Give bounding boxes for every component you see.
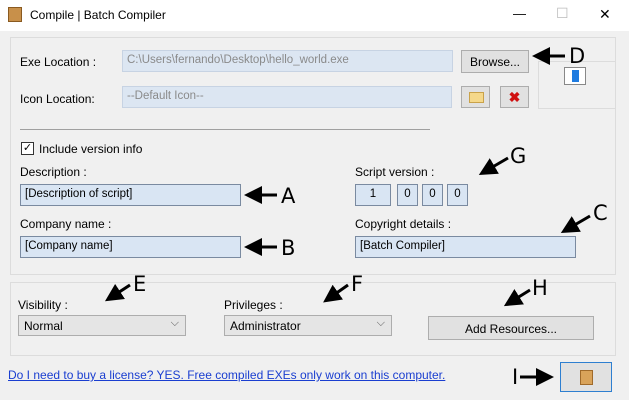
annotation-c: C xyxy=(593,201,608,225)
annotation-arrows xyxy=(104,47,591,386)
annotation-h: H xyxy=(532,276,548,300)
arrow-c xyxy=(560,214,591,234)
annotation-a: A xyxy=(281,184,296,208)
annotation-d: D xyxy=(569,44,586,68)
arrow-g xyxy=(478,156,509,176)
annotation-i: I xyxy=(512,365,519,389)
annotation-b: B xyxy=(281,236,296,260)
annotation-f: F xyxy=(351,272,364,296)
annotation-e: E xyxy=(133,272,147,296)
arrow-h xyxy=(503,288,531,307)
annotation-g: G xyxy=(510,144,527,168)
arrow-f xyxy=(323,283,349,303)
arrow-e xyxy=(104,283,131,302)
